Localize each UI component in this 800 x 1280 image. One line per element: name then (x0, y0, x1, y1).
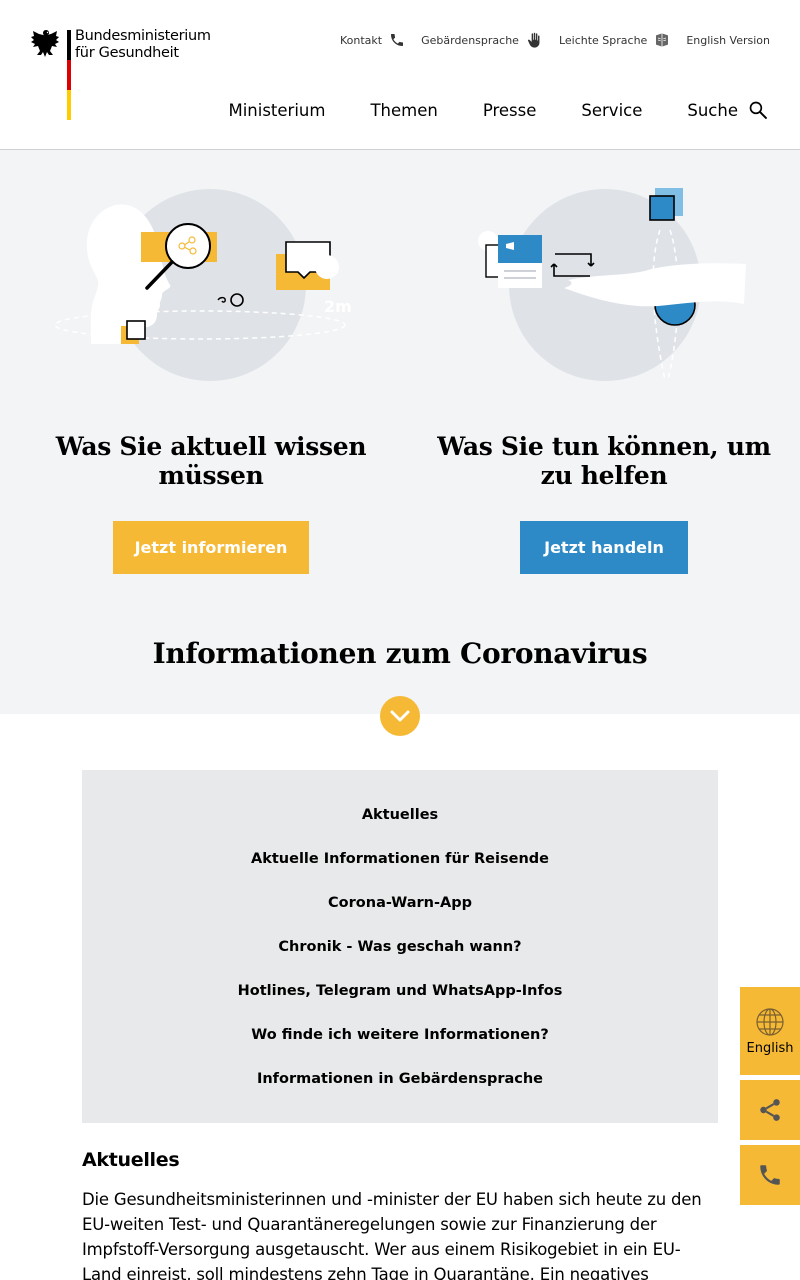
phone-icon (391, 34, 404, 46)
inform-now-button[interactable]: Jetzt informieren (113, 521, 309, 574)
easy-language-label: Leichte Sprache (558, 33, 648, 47)
nav-themen[interactable]: Themen (370, 101, 437, 120)
page-title: Informationen zum Coronavirus (152, 637, 648, 670)
article-heading: Aktuelles (82, 1149, 180, 1171)
federal-eagle-icon (31, 30, 59, 57)
toc-link-hotlines[interactable]: Hotlines, Telegram und WhatsApp-Infos (82, 980, 718, 1024)
language-label: English (746, 1040, 794, 1056)
ministry-name-line1: Bundesministerium (75, 28, 211, 44)
act-now-button[interactable]: Jetzt handeln (520, 521, 688, 574)
nav-ministerium[interactable]: Ministerium (228, 101, 325, 120)
helping-illustration (478, 188, 746, 381)
english-version-label: English Version (686, 33, 770, 47)
chevron-down-icon (390, 710, 410, 722)
search-label: Suche (687, 100, 738, 120)
nav-presse[interactable]: Presse (483, 101, 537, 120)
scroll-down-button[interactable] (380, 696, 420, 736)
ministry-name: Bundesministerium für Gesundheit (75, 28, 211, 62)
phone-icon (760, 1165, 780, 1185)
share-widget[interactable] (740, 1080, 800, 1140)
nav-search[interactable]: Suche (687, 100, 768, 120)
hero-section: 2m Was Sie aktuell wissen müssen Jetzt i… (0, 150, 800, 714)
hand-icon (527, 32, 540, 48)
nav-service[interactable]: Service (581, 101, 642, 120)
toc-link-chronik[interactable]: Chronik - Was geschah wann? (82, 936, 718, 980)
phone-widget[interactable] (740, 1145, 800, 1205)
flag-stripe (67, 30, 71, 120)
distance-label: 2m (324, 297, 352, 316)
toc-link-aktuelles[interactable]: Aktuelles (82, 804, 718, 848)
info-heading: Was Sie aktuell wissen müssen (55, 432, 367, 490)
share-icon (760, 1099, 780, 1121)
information-illustration: 2m (55, 189, 352, 381)
sign-language-link[interactable]: Gebärdensprache (421, 32, 543, 49)
globe-icon (756, 1007, 784, 1036)
toc-link-reisende[interactable]: Aktuelle Informationen für Reisende (82, 848, 718, 892)
easy-language-link[interactable]: Leichte Sprache (559, 32, 670, 48)
search-icon (749, 101, 767, 119)
toc-link-gebaerdensprache[interactable]: Informationen in Gebärdensprache (82, 1068, 718, 1112)
article-body: Die Gesundheitsministerinnen und -minist… (82, 1190, 702, 1280)
toc-link-corona-warn-app[interactable]: Corona-Warn-App (82, 892, 718, 936)
sign-language-label: Gebärdensprache (421, 33, 519, 47)
table-of-contents: Aktuelles Aktuelle Informationen für Rei… (82, 770, 718, 1123)
toc-link-weitere-infos[interactable]: Wo finde ich weitere Informationen? (82, 1024, 718, 1068)
ministry-name-line2: für Gesundheit (75, 45, 179, 61)
service-nav: Kontakt Gebärdensprache Leichte Sprache … (324, 30, 770, 50)
site-header: Bundesministerium für Gesundheit Kontakt… (0, 0, 800, 150)
language-widget[interactable]: English (740, 987, 800, 1075)
main-nav: Ministerium Themen Presse Service Suche (183, 100, 768, 120)
contact-link[interactable]: Kontakt (340, 32, 405, 48)
book-icon (656, 33, 669, 47)
help-heading: Was Sie tun können, um zu helfen (437, 432, 771, 490)
contact-label: Kontakt (340, 33, 383, 47)
english-version-link[interactable]: English Version (686, 34, 770, 47)
